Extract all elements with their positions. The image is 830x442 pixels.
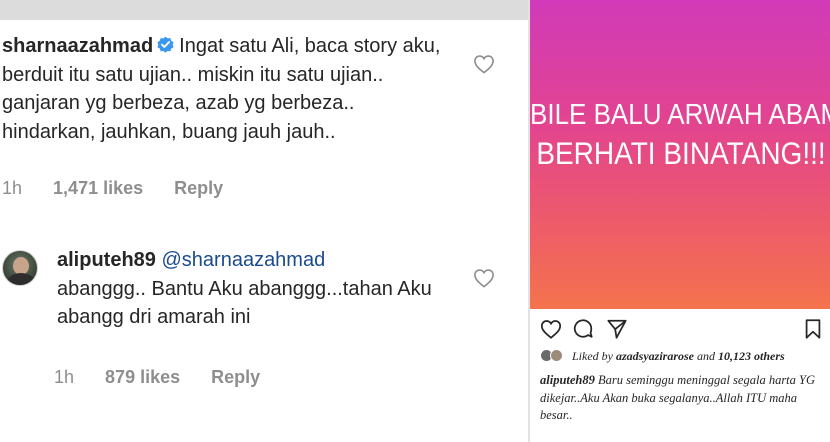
liked-by-and: and bbox=[697, 349, 716, 363]
heart-icon[interactable] bbox=[540, 318, 562, 340]
comment-username[interactable]: sharnaazahmad bbox=[2, 35, 153, 57]
liked-by-avatars bbox=[540, 349, 566, 362]
heart-icon[interactable] bbox=[473, 268, 495, 288]
comment-body: sharnaazahmad Ingat satu Ali, baca story … bbox=[0, 32, 448, 146]
reply-button[interactable]: Reply bbox=[211, 367, 260, 387]
story-image[interactable]: BILE BALU ARWAH ABAM BERHATI BINATANG!!! bbox=[530, 0, 830, 309]
comment-meta: 1h 879 likes Reply bbox=[54, 367, 286, 388]
avatar[interactable] bbox=[2, 250, 38, 286]
liked-by-user[interactable]: azadsyazirarose bbox=[616, 349, 694, 363]
comment-text: abanggg.. Bantu Aku abanggg...tahan Aku … bbox=[57, 277, 432, 329]
comment-meta: 1h 1,471 likes Reply bbox=[2, 178, 249, 199]
comment-likes[interactable]: 1,471 likes bbox=[53, 178, 143, 198]
comment-icon[interactable] bbox=[572, 318, 594, 340]
comment-time: 1h bbox=[54, 367, 75, 387]
comment-username[interactable]: aliputeh89 bbox=[57, 249, 156, 271]
liked-by: Liked by azadsyazirarose and 10,123 othe… bbox=[540, 349, 830, 367]
comment-mention[interactable]: @sharnaazahmad bbox=[161, 249, 325, 271]
reply-button[interactable]: Reply bbox=[174, 178, 223, 198]
verified-badge-icon bbox=[157, 36, 174, 53]
top-bar bbox=[0, 0, 528, 20]
story-text: BILE BALU ARWAH ABAM BERHATI BINATANG!!! bbox=[530, 94, 830, 175]
comments-panel: sharnaazahmad Ingat satu Ali, baca story … bbox=[0, 0, 528, 442]
post-panel: BILE BALU ARWAH ABAM BERHATI BINATANG!!!… bbox=[528, 0, 830, 442]
post-actions bbox=[530, 316, 830, 344]
liked-by-count[interactable]: 10,123 others bbox=[718, 349, 785, 363]
caption-username[interactable]: aliputeh89 bbox=[540, 373, 595, 387]
comment-body: aliputeh89 @sharnaazahmad abanggg.. Bant… bbox=[57, 246, 457, 332]
liked-by-prefix: Liked by bbox=[572, 349, 613, 363]
story-line-1: BILE BALU ARWAH ABAM bbox=[530, 97, 830, 131]
bookmark-icon[interactable] bbox=[802, 318, 824, 340]
comment-item: sharnaazahmad Ingat satu Ali, baca story … bbox=[0, 32, 528, 198]
comment-time: 1h bbox=[2, 178, 23, 198]
post-caption: aliputeh89 Baru seminggu meninggal segal… bbox=[540, 372, 824, 425]
heart-icon[interactable] bbox=[473, 54, 495, 74]
comment-likes[interactable]: 879 likes bbox=[105, 367, 180, 387]
paper-plane-icon[interactable] bbox=[606, 318, 628, 340]
story-line-2: BERHATI BINATANG!!! bbox=[536, 136, 826, 171]
